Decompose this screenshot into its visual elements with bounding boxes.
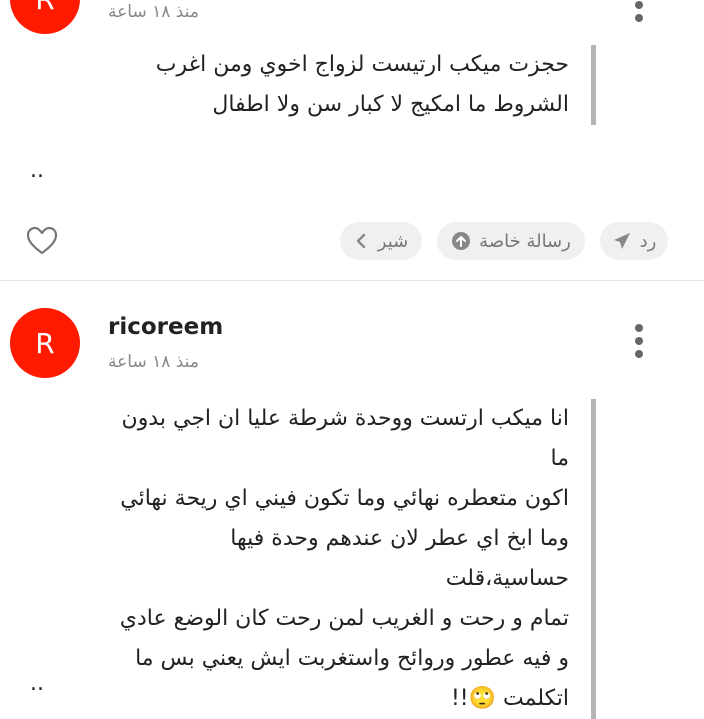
private-message-button[interactable]: رسالة خاصة (437, 222, 585, 260)
comment-line: وما ابخ اي عطر لان عندهم وحدة فيها حساسي… (230, 526, 569, 591)
comment-line: اكون متعطره نهائي وما تكون فيني اي ريحة … (120, 486, 569, 511)
ellipsis: .. (30, 158, 44, 183)
avatar-letter: R (35, 326, 55, 360)
comment-text: حجزت ميكب ارتيست لزواج اخوي ومن اغرب الش… (99, 45, 596, 125)
arrow-up-circle-icon (451, 231, 471, 251)
more-options-icon[interactable] (634, 0, 644, 22)
comment-line: انا ميكب ارتست ووحدة شرطة عليا ان اجي بد… (121, 406, 569, 471)
comment-line: و فيه عطور وروائح واستغربت ايش يعني بس م… (135, 646, 569, 671)
comment-line: تمام و رحت و الغريب لمن رحت كان الوضع عا… (119, 606, 569, 631)
comment-1: R منذ ١٨ ساعة حجزت ميكب ارتيست لزواج اخو… (0, 0, 704, 279)
timestamp: منذ ١٨ ساعة (108, 2, 199, 22)
timestamp: منذ ١٨ ساعة (108, 352, 199, 372)
reply-button[interactable]: رد (600, 222, 668, 260)
comment-text: انا ميكب ارتست ووحدة شرطة عليا ان اجي بد… (113, 399, 596, 719)
avatar-letter: R (35, 0, 54, 16)
avatar[interactable]: R (10, 308, 80, 378)
share-icon (354, 233, 370, 249)
comment-line: الشروط ما امكيج لا كبار سن ولا اطفال (212, 92, 569, 117)
comment-line: اتكلمت 🙄!! (450, 686, 569, 711)
share-button[interactable]: شير (340, 222, 422, 260)
comment-2: R ricoreem منذ ١٨ ساعة انا ميكب ارتست وو… (0, 280, 704, 719)
private-message-label: رسالة خاصة (479, 230, 571, 252)
send-icon (612, 231, 632, 251)
comment-actions: شير رسالة خاصة رد (0, 222, 704, 262)
username[interactable]: ricoreem (108, 314, 223, 340)
more-options-icon[interactable] (634, 324, 644, 358)
heart-icon[interactable] (26, 226, 58, 260)
avatar[interactable]: R (10, 0, 80, 34)
share-label: شير (377, 230, 409, 252)
reply-label: رد (639, 230, 657, 252)
ellipsis: .. (30, 671, 44, 696)
comment-line: حجزت ميكب ارتيست لزواج اخوي ومن اغرب (155, 52, 569, 77)
